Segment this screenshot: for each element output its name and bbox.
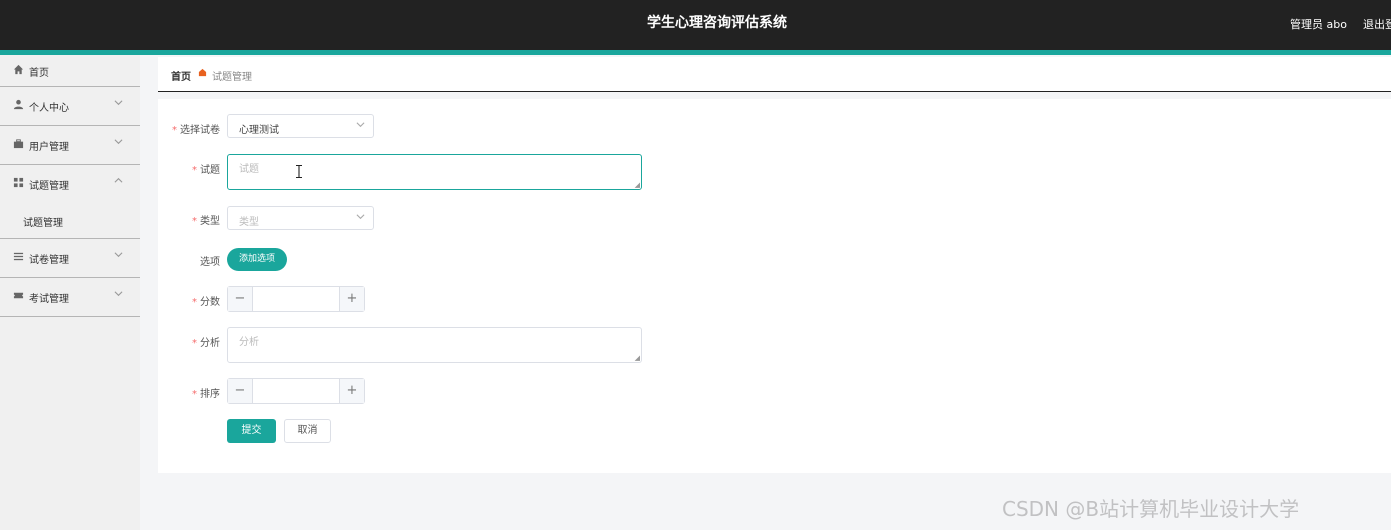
sidebar-item-label: 考试管理 (29, 294, 69, 305)
paper-select-label: * 选择试卷 (172, 125, 220, 136)
plus-icon[interactable]: + (339, 287, 364, 311)
briefcase-icon (12, 138, 24, 150)
sidebar-item-home[interactable]: 首页 (0, 55, 140, 87)
minus-icon[interactable]: − (228, 379, 253, 403)
question-placeholder: 试题 (239, 164, 259, 175)
current-user-label: 管理员 abo (1290, 18, 1347, 31)
grid-icon (12, 177, 24, 189)
list-icon (12, 251, 24, 263)
text-cursor-icon (296, 164, 302, 179)
breadcrumb-separator-icon (198, 68, 207, 80)
options-label: 选项 (200, 257, 220, 268)
header-accent-bar (0, 50, 1391, 55)
chevron-up-icon (114, 176, 124, 188)
chevron-down-icon (356, 212, 365, 224)
type-select[interactable]: 类型 (227, 206, 374, 230)
sidebar-item-label: 试题管理 (29, 181, 69, 192)
sidebar-item-user-management[interactable]: 用户管理 (0, 126, 140, 165)
chevron-down-icon (114, 289, 124, 301)
score-stepper[interactable]: − + (227, 286, 365, 312)
paper-select-value: 心理测试 (239, 125, 279, 136)
sidebar-subitem-label: 试题管理 (23, 218, 63, 229)
sidebar-subitem-question-management[interactable]: 试题管理 (0, 204, 139, 238)
user-icon (12, 99, 24, 111)
chevron-down-icon (114, 137, 124, 149)
question-textarea[interactable]: 试题 ◢ (227, 154, 642, 190)
resize-grip-icon: ◢ (634, 354, 640, 362)
sidebar-item-question-management[interactable]: 试题管理 试题管理 (0, 165, 140, 239)
chevron-down-icon (356, 120, 365, 132)
sidebar-item-personal-center[interactable]: 个人中心 (0, 87, 140, 126)
submit-button[interactable]: 提交 (227, 419, 276, 443)
sidebar-item-exam-management[interactable]: 考试管理 (0, 278, 140, 317)
sidebar-item-label: 用户管理 (29, 142, 69, 153)
resize-grip-icon: ◢ (634, 181, 640, 189)
add-option-button[interactable]: 添加选项 (227, 248, 287, 271)
order-label: * 排序 (192, 389, 220, 400)
type-select-placeholder: 类型 (239, 217, 259, 228)
order-stepper[interactable]: − + (227, 378, 365, 404)
breadcrumb: 首页 试题管理 (158, 57, 1391, 92)
cancel-button[interactable]: 取消 (284, 419, 331, 443)
app-title: 学生心理咨询评估系统 (647, 15, 787, 31)
sidebar-item-label: 个人中心 (29, 103, 69, 114)
analysis-placeholder: 分析 (239, 337, 259, 348)
chevron-down-icon (114, 250, 124, 262)
sidebar-item-label: 首页 (29, 68, 49, 79)
question-label: * 试题 (192, 165, 220, 176)
watermark: CSDN @B站计算机毕业设计大学 (1002, 497, 1300, 521)
minus-icon[interactable]: − (228, 287, 253, 311)
paper-select[interactable]: 心理测试 (227, 114, 374, 138)
sidebar-item-paper-management[interactable]: 试卷管理 (0, 239, 140, 278)
breadcrumb-current: 试题管理 (212, 72, 252, 83)
analysis-textarea[interactable]: 分析 ◢ (227, 327, 642, 363)
chevron-down-icon (114, 98, 124, 110)
logout-link[interactable]: 退出登 (1363, 16, 1391, 32)
type-label: * 类型 (192, 216, 220, 227)
analysis-label: * 分析 (192, 338, 220, 349)
breadcrumb-home-link[interactable]: 首页 (171, 68, 191, 83)
plus-icon[interactable]: + (339, 379, 364, 403)
sidebar: 首页 个人中心 用户管理 试题管理 试题管理 试卷管理 考试管理 (0, 55, 140, 530)
home-icon (12, 64, 24, 76)
score-label: * 分数 (192, 297, 220, 308)
ticket-icon (12, 290, 24, 302)
top-header: 学生心理咨询评估系统 管理员 abo 退出登 (0, 0, 1391, 50)
sidebar-item-label: 试卷管理 (29, 255, 69, 266)
